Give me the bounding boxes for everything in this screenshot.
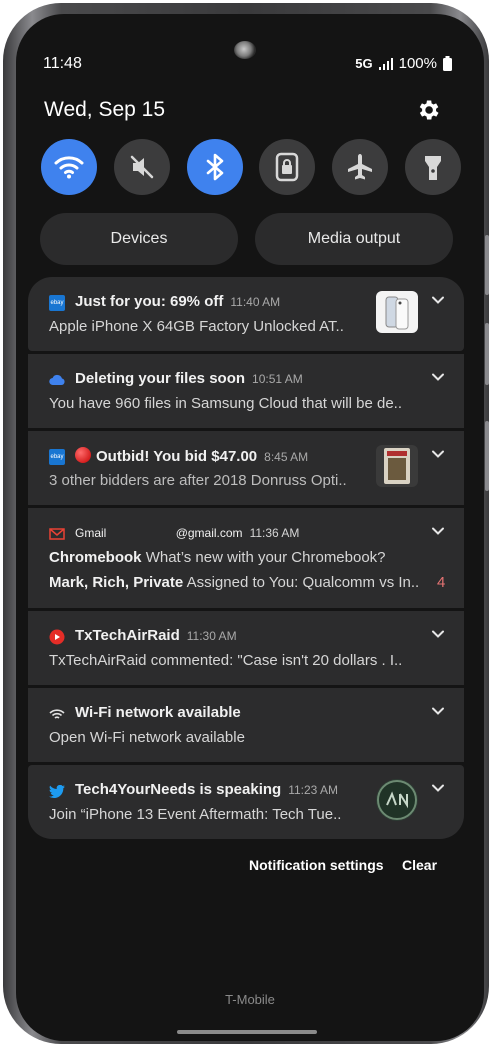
chevron-down-icon[interactable] — [431, 524, 445, 538]
bluetooth-icon — [206, 153, 223, 181]
notification-title-row: Outbid! You bid $47.00 8:45 AM — [75, 447, 308, 465]
notification-title: Outbid! You bid $47.00 — [96, 448, 258, 465]
media-output-button[interactable]: Media output — [255, 213, 453, 265]
notification-card[interactable]: Gmail @gmail.com 11:36 AM Chromebook What… — [28, 508, 464, 608]
devices-button[interactable]: Devices — [40, 213, 238, 265]
chevron-down-icon[interactable] — [431, 447, 445, 461]
wifi-icon — [54, 156, 84, 179]
carrier-label: T-Mobile — [225, 992, 275, 1007]
gmail-account: @gmail.com — [175, 526, 243, 540]
front-camera — [234, 41, 256, 59]
app-name: Gmail — [75, 526, 107, 540]
chevron-down-icon[interactable] — [431, 370, 445, 384]
ebay-icon: ebay — [49, 295, 65, 311]
lock-rotation-icon — [276, 152, 299, 182]
signal-icon — [378, 57, 393, 70]
email-subject: Chromebook — [49, 549, 142, 566]
notification-time: 11:30 AM — [186, 629, 237, 643]
samsung-cloud-icon — [49, 372, 65, 388]
notification-body: You have 960 files in Samsung Cloud that… — [49, 395, 403, 412]
battery-icon — [443, 56, 452, 71]
notification-body: Apple iPhone X 64GB Factory Unlocked AT.… — [49, 318, 344, 335]
notification-title-row: Just for you: 69% off 11:40 AM — [75, 293, 280, 310]
phone-frame: 11:48 5G 100% Wed, Sep 15 Devices Media … — [3, 3, 489, 1044]
flashlight-toggle[interactable] — [404, 139, 461, 195]
chevron-down-icon[interactable] — [431, 781, 445, 795]
side-button — [485, 421, 489, 491]
mute-toggle[interactable] — [113, 139, 170, 195]
volume-button — [485, 235, 489, 295]
status-indicators: 5G 100% — [355, 55, 452, 72]
network-label: 5G — [355, 56, 373, 71]
avatar-thumbnail — [376, 779, 418, 821]
notification-time: 10:51 AM — [252, 372, 303, 386]
notification-card[interactable]: TxTechAirRaid 11:30 AM TxTechAirRaid comm… — [28, 611, 464, 685]
bluetooth-toggle[interactable] — [186, 139, 243, 195]
card-thumbnail — [376, 445, 418, 487]
email-count-badge: 4 — [437, 574, 446, 591]
flashlight-icon — [424, 156, 441, 180]
notification-line-1: Chromebook What’s new with your Chromebo… — [49, 549, 386, 566]
notification-title: Wi-Fi network available — [75, 704, 241, 721]
chevron-down-icon[interactable] — [431, 704, 445, 718]
notification-body: TxTechAirRaid commented: "Case isn't 20 … — [49, 652, 403, 669]
wifi-icon — [49, 706, 65, 722]
twitter-icon — [49, 783, 65, 799]
gear-icon[interactable] — [415, 97, 441, 123]
battery-percent: 100% — [398, 55, 437, 72]
notification-line-2: Mark, Rich, Private Assigned to You: Qua… — [49, 574, 419, 591]
notification-title-row: Tech4YourNeeds is speaking 11:23 AM — [75, 781, 338, 798]
notification-title-row: TxTechAirRaid 11:30 AM — [75, 627, 237, 644]
notification-body: Open Wi-Fi network available — [49, 729, 245, 746]
chevron-down-icon[interactable] — [431, 627, 445, 641]
screen-lock-toggle[interactable] — [259, 139, 316, 195]
notification-time: 11:23 AM — [288, 783, 338, 797]
notification-time: 11:40 AM — [230, 295, 281, 309]
email-snippet: What’s new with your Chromebook? — [145, 549, 386, 566]
notification-time: 8:45 AM — [264, 450, 309, 464]
airplane-toggle[interactable] — [332, 139, 389, 195]
notification-title-row: Deleting your files soon 10:51 AM — [75, 370, 303, 387]
gmail-icon — [49, 526, 65, 542]
notification-card[interactable]: ebay Outbid! You bid $47.00 8:45 AM 3 oth… — [28, 431, 464, 505]
mute-icon — [130, 155, 154, 179]
red-dot-icon — [75, 447, 91, 463]
quick-settings-row — [41, 139, 461, 195]
notification-card[interactable]: Wi-Fi network available Open Wi-Fi netwo… — [28, 688, 464, 762]
notification-list: ebay Just for you: 69% off 11:40 AM Apple… — [28, 277, 464, 842]
screen: 11:48 5G 100% Wed, Sep 15 Devices Media … — [16, 14, 484, 1041]
notification-time: 11:36 AM — [249, 526, 300, 540]
notification-body: 3 other bidders are after 2018 Donruss O… — [49, 472, 347, 489]
clear-button[interactable]: Clear — [402, 857, 437, 873]
notification-title: Just for you: 69% off — [75, 293, 224, 310]
airplane-icon — [348, 154, 373, 180]
iphone-thumbnail — [376, 291, 418, 333]
email-senders: Mark, Rich, Private — [49, 574, 184, 591]
notification-title: TxTechAirRaid — [75, 627, 180, 644]
side-button — [485, 323, 489, 385]
status-time: 11:48 — [43, 55, 82, 72]
youtube-icon — [49, 629, 65, 645]
email-snippet: Assigned to You: Qualcomm vs In.. — [186, 574, 420, 591]
wifi-toggle[interactable] — [41, 139, 97, 195]
notification-settings-button[interactable]: Notification settings — [249, 857, 384, 873]
notification-body: Join “iPhone 13 Event Aftermath: Tech Tu… — [49, 806, 342, 823]
date-header: Wed, Sep 15 — [44, 98, 166, 121]
notification-title-row: Gmail @gmail.com 11:36 AM — [75, 526, 299, 540]
notification-title-row: Wi-Fi network available — [75, 704, 241, 721]
notification-card[interactable]: Tech4YourNeeds is speaking 11:23 AM Join … — [28, 765, 464, 839]
home-indicator[interactable] — [177, 1030, 317, 1034]
chevron-down-icon[interactable] — [431, 293, 445, 307]
ebay-icon: ebay — [49, 449, 65, 465]
notification-title: Tech4YourNeeds is speaking — [75, 781, 282, 798]
notification-card[interactable]: ebay Just for you: 69% off 11:40 AM Apple… — [28, 277, 464, 351]
notification-title: Deleting your files soon — [75, 370, 246, 387]
notification-card[interactable]: Deleting your files soon 10:51 AM You hav… — [28, 354, 464, 428]
